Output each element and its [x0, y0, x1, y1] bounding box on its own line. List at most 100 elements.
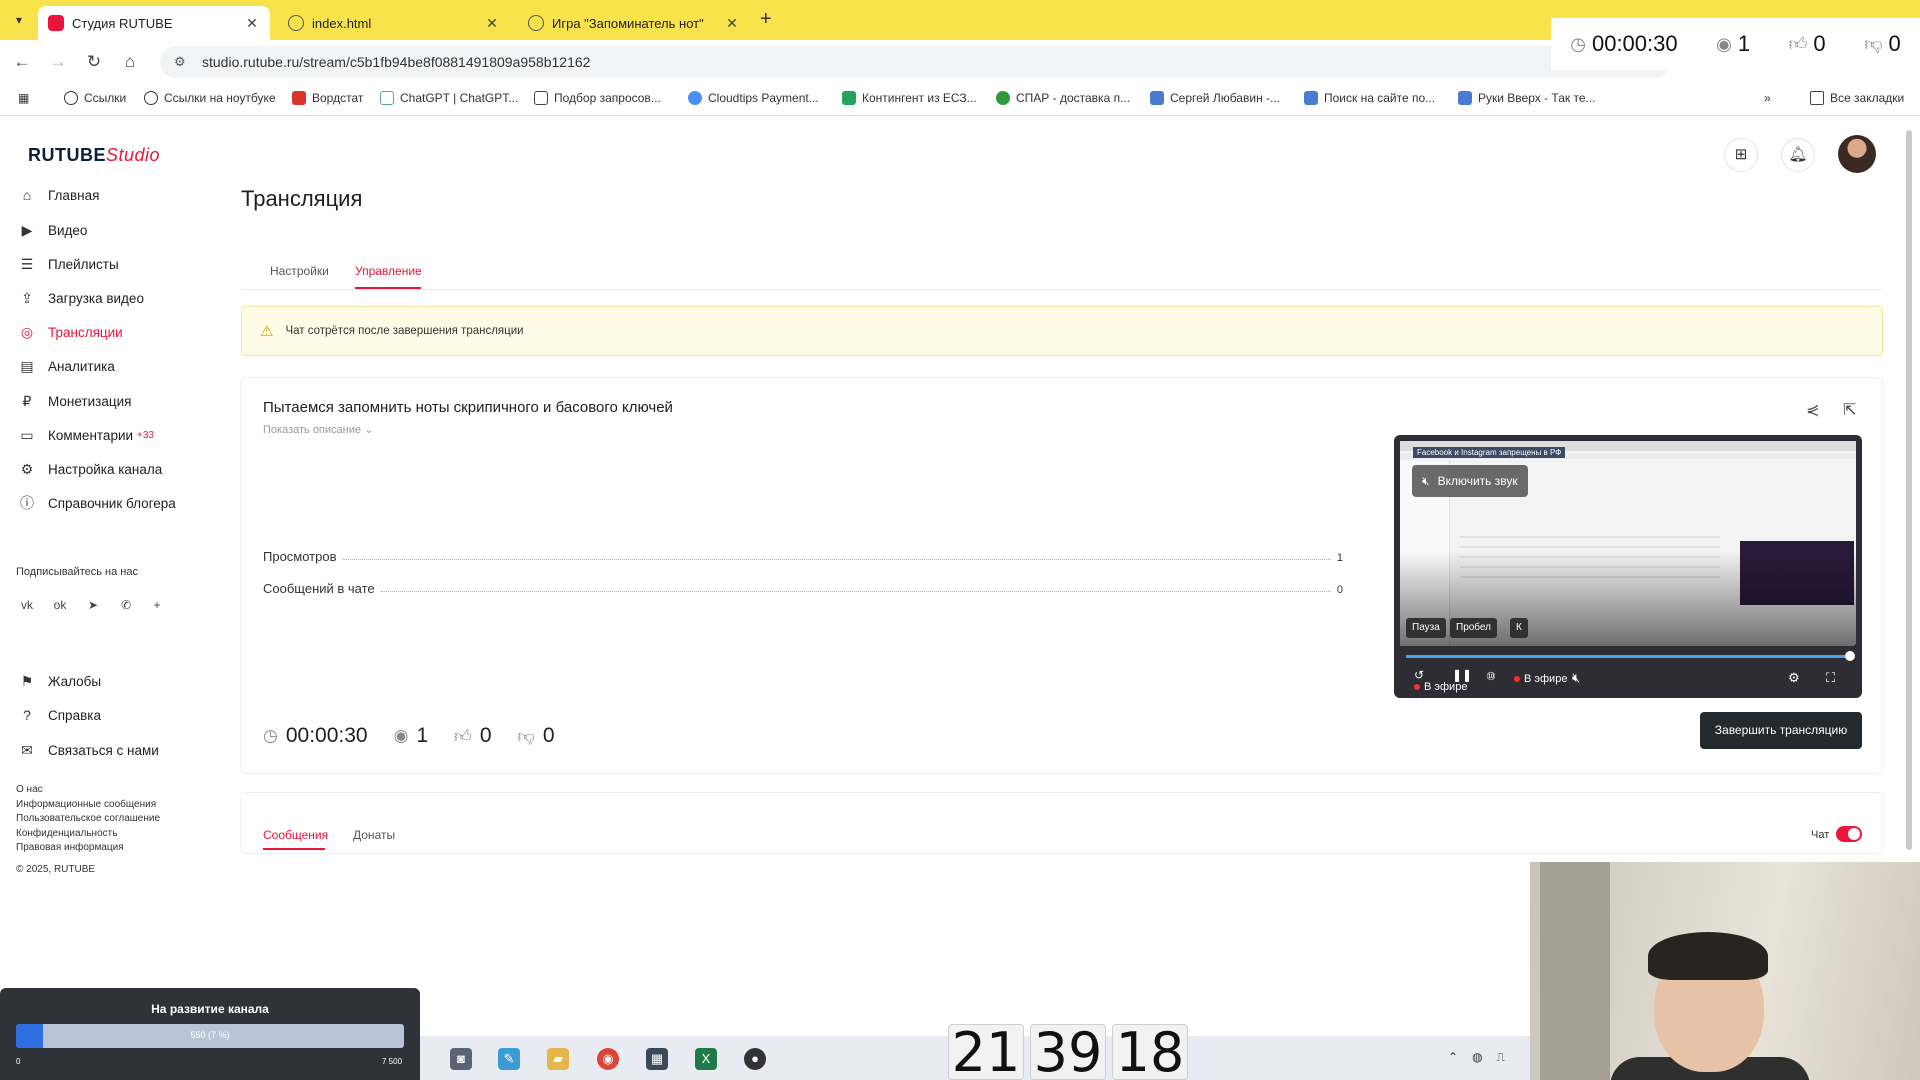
- bookmark-item[interactable]: СПАР - доставка п...: [996, 91, 1130, 105]
- forward-10-icon[interactable]: ⑩: [1486, 670, 1496, 683]
- live-badge[interactable]: В эфире: [1514, 673, 1567, 685]
- show-description-link[interactable]: Показать описание ⌄: [263, 423, 373, 436]
- sidebar-item-broadcasts[interactable]: ◎ Трансляции: [18, 321, 123, 343]
- sidebar-item-complaints[interactable]: ⚑ Жалобы: [18, 670, 101, 692]
- calculator-icon[interactable]: ▦: [646, 1048, 668, 1070]
- unmute-label: Включить звук: [1437, 474, 1518, 488]
- antivirus-icon[interactable]: ◍: [1472, 1050, 1482, 1065]
- sidebar-item-blogger-guide[interactable]: ⓘ Справочник блогера: [18, 492, 176, 514]
- home-icon[interactable]: ⌂: [118, 50, 142, 74]
- guide-icon: ⓘ: [20, 495, 34, 511]
- hint-pause: Пауза: [1406, 618, 1446, 638]
- close-tab-icon[interactable]: ✕: [724, 15, 740, 32]
- tab-messages[interactable]: Сообщения: [263, 828, 328, 842]
- bookmark-item[interactable]: Вордстат: [292, 91, 363, 105]
- tab-search-chevron-icon[interactable]: ▾: [8, 9, 30, 31]
- sidebar-item-home[interactable]: ⌂ Главная: [18, 184, 100, 206]
- new-tab-icon[interactable]: +: [760, 8, 772, 31]
- share-icon[interactable]: ⋞: [1806, 400, 1819, 420]
- bookmark-item[interactable]: Сергей Любавин -...: [1150, 91, 1280, 105]
- unmute-button[interactable]: 🔇︎ Включить звук: [1412, 465, 1528, 497]
- notice-text: Чат сотрётся после завершения трансляции: [285, 325, 524, 337]
- sidebar-item-upload[interactable]: ⇪ Загрузка видео: [18, 287, 144, 309]
- bookmark-item[interactable]: Контингент из ЕСЗ...: [842, 91, 977, 105]
- viber-icon[interactable]: ✆: [115, 594, 137, 616]
- tab-studio-rutube[interactable]: Студия RUTUBE ✕: [38, 6, 270, 40]
- chrome-icon[interactable]: ◉: [597, 1048, 619, 1070]
- avatar[interactable]: [1838, 135, 1876, 173]
- end-stream-button[interactable]: Завершить трансляцию: [1700, 712, 1862, 749]
- site-settings-icon[interactable]: ⚙: [174, 54, 192, 70]
- footer-link-about[interactable]: О нас: [16, 784, 43, 795]
- pause-icon[interactable]: ❚❚: [1452, 668, 1472, 682]
- close-tab-icon[interactable]: ✕: [244, 15, 260, 32]
- notes-app-icon[interactable]: ✎: [498, 1048, 520, 1070]
- sidebar-item-monetization[interactable]: ₽ Монетизация: [18, 390, 132, 412]
- sidebar-item-label: Комментарии: [48, 427, 134, 443]
- globe-icon: [528, 15, 544, 31]
- tab-note-game[interactable]: Игра "Запоминатель нот" ✕: [518, 6, 750, 40]
- plus-icon[interactable]: +: [146, 594, 168, 616]
- bookmark-item[interactable]: Поиск на сайте по...: [1304, 91, 1435, 105]
- live-badge-left: В эфире: [1414, 681, 1467, 693]
- chevron-up-icon[interactable]: ⌃: [1448, 1050, 1458, 1065]
- viewers-value: 1: [1737, 31, 1751, 56]
- tab-management[interactable]: Управление: [355, 264, 422, 278]
- telegram-icon[interactable]: ➤: [82, 594, 104, 616]
- bookmark-item[interactable]: Подбор запросов...: [534, 91, 661, 105]
- file-explorer-icon[interactable]: ▰: [547, 1048, 569, 1070]
- vk-icon[interactable]: vk: [16, 594, 38, 616]
- more-bookmarks-icon[interactable]: »: [1764, 91, 1771, 105]
- overlay-viewers: ◉ 1: [1716, 31, 1750, 57]
- footer-link-privacy[interactable]: Конфиденциальность: [16, 828, 117, 839]
- open-external-icon[interactable]: ⇱: [1843, 400, 1856, 420]
- bookmark-item[interactable]: Ссылки на ноутбуке: [144, 91, 276, 105]
- forward-icon[interactable]: →: [46, 50, 70, 74]
- tab-settings[interactable]: Настройки: [270, 264, 329, 278]
- close-tab-icon[interactable]: ✕: [484, 15, 500, 32]
- clock-icon: ◷: [1570, 33, 1586, 54]
- replay-10-icon[interactable]: ↺: [1414, 668, 1424, 682]
- sidebar-item-label: Видео: [48, 222, 88, 238]
- bookmark-item[interactable]: ChatGPT | ChatGPT...: [380, 91, 518, 105]
- rutube-studio-logo[interactable]: RUTUBEStudio: [28, 145, 160, 166]
- playlist-icon: ☰: [20, 255, 34, 272]
- reload-icon[interactable]: ↻: [82, 50, 106, 74]
- sidebar-item-analytics[interactable]: ▤ Аналитика: [18, 355, 114, 377]
- tab-donations[interactable]: Донаты: [353, 828, 395, 842]
- bookmark-item[interactable]: Cloudtips Payment...: [688, 91, 819, 105]
- chat-toggle[interactable]: [1836, 826, 1862, 842]
- tab-index-html[interactable]: index.html ✕: [278, 6, 510, 40]
- sidebar-item-help[interactable]: ? Справка: [18, 704, 101, 726]
- volume-muted-icon[interactable]: 🔇︎: [1572, 670, 1580, 686]
- thumbs-down-icon: 👎︎: [517, 726, 535, 746]
- excel-icon[interactable]: X: [695, 1048, 717, 1070]
- obs-icon[interactable]: ●: [744, 1048, 766, 1070]
- sidebar-item-contact[interactable]: ✉ Связаться с нами: [18, 739, 159, 761]
- sidebar-item-video[interactable]: ▶ Видео: [18, 219, 88, 241]
- tab-label: Студия RUTUBE: [72, 15, 173, 31]
- add-content-button[interactable]: ⊞: [1724, 138, 1758, 172]
- fullscreen-icon[interactable]: ⛶: [1826, 670, 1835, 686]
- footer-link-info[interactable]: Информационные сообщения: [16, 799, 156, 810]
- sidebar-item-playlists[interactable]: ☰ Плейлисты: [18, 253, 119, 275]
- progress-handle[interactable]: [1845, 651, 1855, 661]
- player-settings-icon[interactable]: ⚙: [1788, 670, 1800, 686]
- sidebar-item-label: Загрузка видео: [48, 290, 144, 306]
- bookmark-item[interactable]: Ссылки: [64, 91, 126, 105]
- sidebar-item-channel-settings[interactable]: ⚙ Настройка канала: [18, 458, 163, 480]
- notifications-button[interactable]: 🔔︎: [1781, 138, 1815, 172]
- footer-link-legal[interactable]: Правовая информация: [16, 842, 124, 853]
- url-input[interactable]: ⚙ studio.rutube.ru/stream/c5b1fb94be8f08…: [160, 46, 1670, 78]
- camera-app-icon[interactable]: ◙: [450, 1048, 472, 1070]
- usb-icon[interactable]: ⎍: [1497, 1050, 1505, 1065]
- back-icon[interactable]: ←: [10, 50, 34, 74]
- all-bookmarks[interactable]: Все закладки: [1810, 91, 1904, 105]
- apps-grid-icon[interactable]: ▦: [18, 91, 29, 105]
- rutube-favicon-icon: [48, 15, 64, 31]
- footer-link-terms[interactable]: Пользовательское соглашение: [16, 813, 160, 824]
- scrollbar[interactable]: [1906, 130, 1912, 850]
- ok-icon[interactable]: ok: [49, 594, 71, 616]
- sidebar-item-comments[interactable]: ▭ Комментарии +33: [18, 424, 154, 446]
- bookmark-item[interactable]: Руки Вверх - Так те...: [1458, 91, 1596, 105]
